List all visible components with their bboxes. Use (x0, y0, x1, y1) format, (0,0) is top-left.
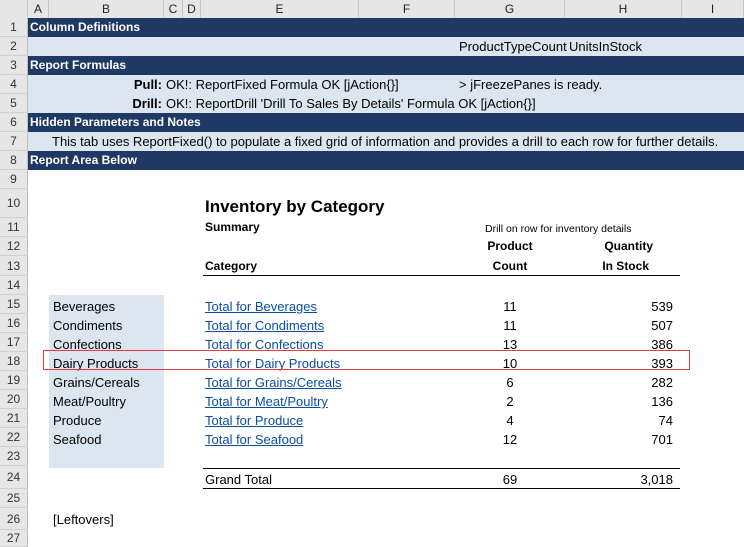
column-header-h[interactable]: H (565, 0, 682, 18)
category-label: Seafood (53, 432, 102, 447)
quantity-in-stock: 74 (658, 413, 673, 428)
column-header-d[interactable]: D (183, 0, 201, 18)
grand-total-underline (203, 488, 680, 489)
header-quantity: Quantity (604, 239, 653, 253)
band-label: Column Definitions (30, 20, 140, 34)
header-count: Count (492, 259, 528, 273)
row-header[interactable]: 16 (0, 314, 28, 333)
leftovers-label[interactable]: [Leftovers] (53, 510, 114, 529)
row-header[interactable]: 14 (0, 276, 28, 295)
row-header[interactable]: 25 (0, 489, 28, 508)
product-count: 2 (506, 394, 514, 409)
report-subtitle: Summary (205, 220, 260, 234)
product-count: 6 (506, 375, 514, 390)
freeze-panes-status: > jFreezePanes is ready. (459, 77, 603, 92)
category-label: Grains/Cereals (53, 375, 140, 390)
header-category: Category (205, 259, 258, 273)
row-header[interactable]: 15 (0, 295, 28, 314)
grand-total-quantity: 3,018 (640, 472, 673, 487)
header-in-stock: In Stock (602, 259, 649, 273)
column-header-i[interactable]: I (682, 0, 744, 18)
row-header[interactable]: 3 (0, 56, 28, 75)
drill-label: Drill: (132, 96, 162, 111)
header-product: Product (487, 239, 533, 253)
row-header[interactable]: 11 (0, 218, 28, 237)
row-header[interactable]: 13 (0, 256, 28, 276)
row-header[interactable]: 5 (0, 94, 28, 113)
row-header[interactable]: 21 (0, 409, 28, 428)
grand-total-label: Grand Total (205, 472, 272, 487)
band-label: Report Area Below (30, 153, 137, 167)
grand-total-rule (203, 468, 680, 469)
row-header[interactable]: 1 (0, 18, 28, 37)
column-header-e[interactable]: E (201, 0, 359, 18)
row-header[interactable]: 7 (0, 132, 28, 151)
band-column-definitions[interactable]: Column Definitions (28, 18, 744, 37)
drill-status: OK!: ReportDrill 'Drill To Sales By Deta… (166, 96, 536, 111)
col-def-product-type-count: ProductTypeCount (459, 39, 567, 54)
drill-link-condiments[interactable]: Total for Condiments (205, 316, 324, 335)
drill-link-produce[interactable]: Total for Produce (205, 411, 303, 430)
row-header[interactable]: 8 (0, 151, 28, 170)
quantity-in-stock: 282 (651, 375, 673, 390)
quantity-in-stock: 539 (651, 299, 673, 314)
column-header-bar: A B C D E F G H I (0, 0, 744, 19)
column-header-a[interactable]: A (28, 0, 49, 18)
band-label: Hidden Parameters and Notes (30, 115, 201, 129)
column-header-c[interactable]: C (164, 0, 183, 18)
pull-label: Pull: (133, 77, 162, 92)
category-label: Condiments (53, 318, 123, 333)
category-label: Meat/Poultry (53, 394, 126, 409)
drill-link-beverages[interactable]: Total for Beverages (205, 297, 317, 316)
column-header-g[interactable]: G (455, 0, 565, 18)
row-header[interactable]: 27 (0, 530, 28, 547)
row-header[interactable]: 12 (0, 237, 28, 256)
quantity-in-stock: 136 (651, 394, 673, 409)
row-header[interactable]: 9 (0, 170, 28, 189)
category-label: Produce (53, 413, 102, 428)
row-header[interactable]: 24 (0, 466, 28, 489)
header-underline (203, 275, 680, 276)
row-header[interactable]: 17 (0, 333, 28, 352)
category-label: Beverages (53, 299, 116, 314)
row-header[interactable]: 23 (0, 447, 28, 466)
col-def-units-in-stock: UnitsInStock (569, 39, 642, 54)
column-header-b[interactable]: B (49, 0, 164, 18)
selected-row-highlight (43, 350, 690, 370)
product-count: 11 (503, 299, 517, 314)
quantity-in-stock: 701 (651, 432, 673, 447)
select-all-corner[interactable] (0, 0, 28, 18)
product-count: 11 (503, 318, 517, 333)
drill-link-seafood[interactable]: Total for Seafood (205, 430, 303, 449)
row-header[interactable]: 19 (0, 371, 28, 390)
row-header[interactable]: 6 (0, 113, 28, 132)
band-report-formulas[interactable]: Report Formulas (28, 56, 744, 75)
grand-total-count: 69 (502, 472, 518, 487)
band-report-area[interactable]: Report Area Below (28, 151, 744, 170)
notes-text: This tab uses ReportFixed() to populate … (52, 134, 719, 149)
quantity-in-stock: 507 (651, 318, 673, 333)
band-hidden-parameters[interactable]: Hidden Parameters and Notes (28, 113, 744, 132)
product-count: 12 (502, 432, 518, 447)
row-header[interactable]: 22 (0, 428, 28, 447)
drill-link-meat-poultry[interactable]: Total for Meat/Poultry (205, 392, 328, 411)
drill-link-grains-cereals[interactable]: Total for Grains/Cereals (205, 373, 342, 392)
row-header[interactable]: 2 (0, 37, 28, 56)
column-header-f[interactable]: F (359, 0, 455, 18)
row-header[interactable]: 26 (0, 508, 28, 530)
row-header[interactable]: 18 (0, 352, 28, 371)
row-header[interactable]: 4 (0, 75, 28, 94)
pull-status: OK!: ReportFixed Formula OK [jAction{}] (166, 77, 399, 92)
band-label: Report Formulas (30, 58, 127, 72)
report-title: Inventory by Category (205, 197, 385, 216)
row-header[interactable]: 10 (0, 189, 28, 218)
product-count: 4 (506, 413, 514, 428)
row-header[interactable]: 20 (0, 390, 28, 409)
